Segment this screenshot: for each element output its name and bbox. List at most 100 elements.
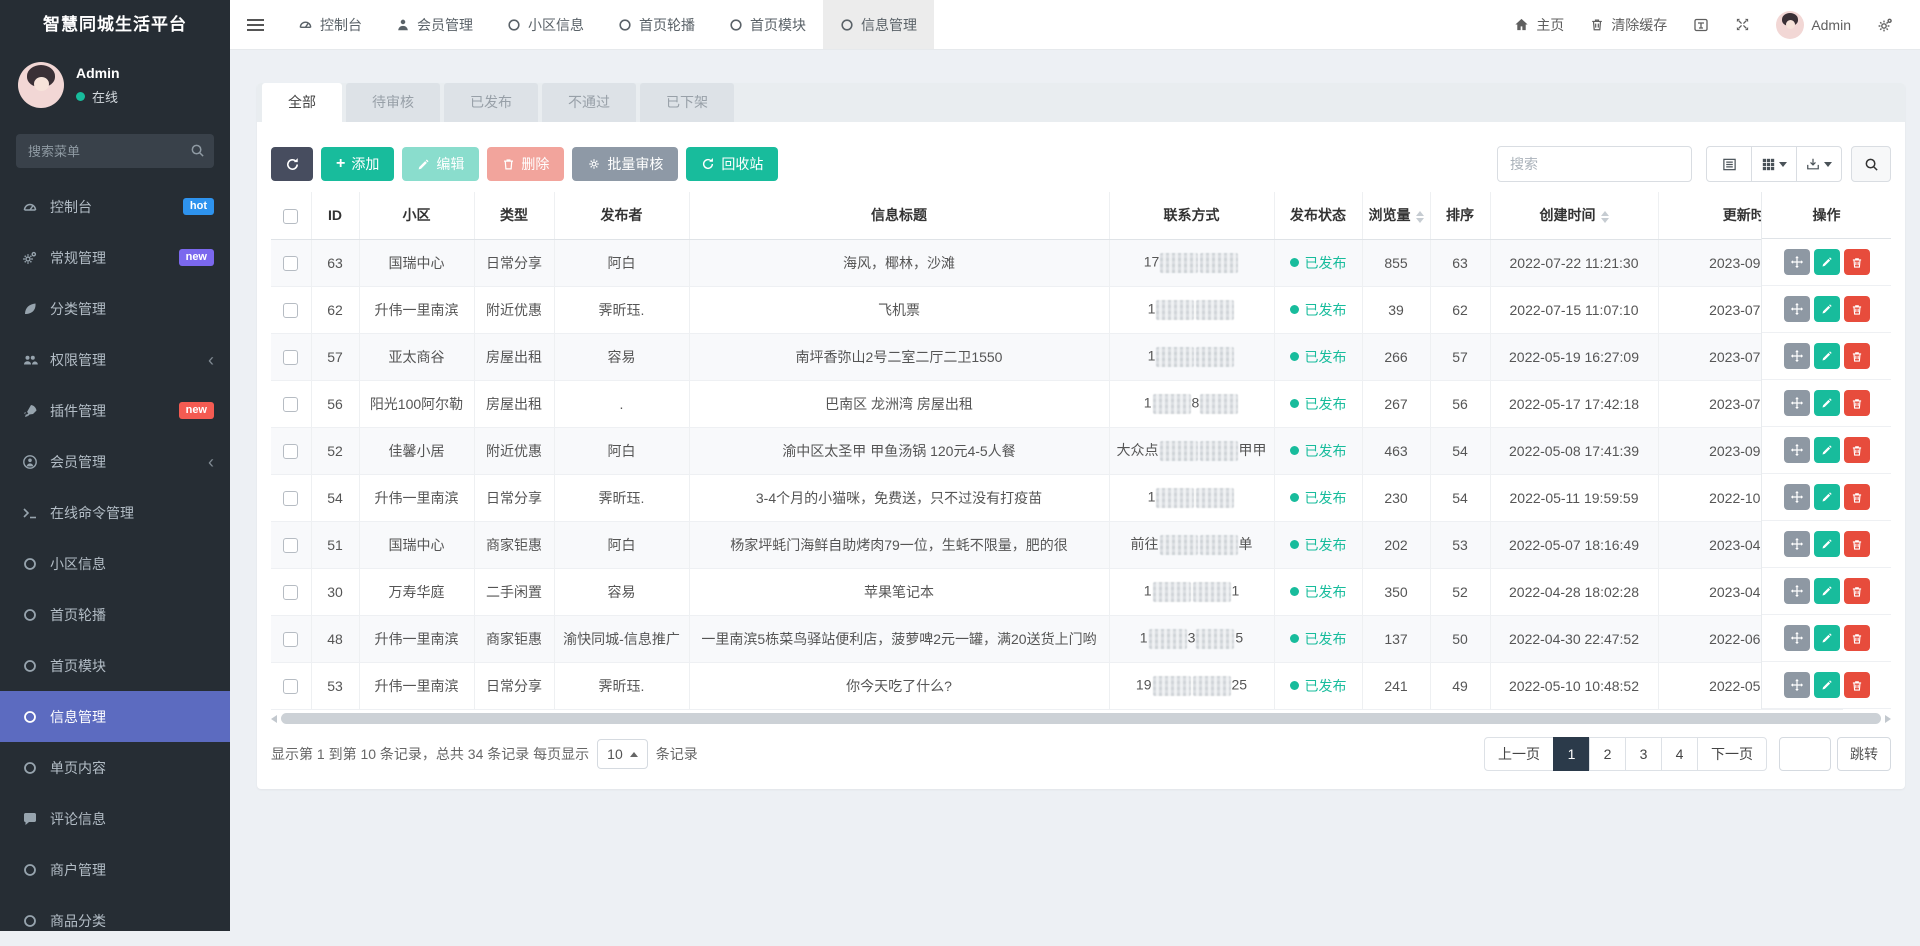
nav-tab-community-info[interactable]: 小区信息 bbox=[490, 0, 601, 49]
nav-tab-member[interactable]: 会员管理 bbox=[379, 0, 490, 49]
sidebar-item-category[interactable]: 分类管理 bbox=[0, 283, 230, 334]
page-3-button[interactable]: 3 bbox=[1625, 737, 1662, 771]
move-button[interactable] bbox=[1784, 625, 1810, 651]
move-button[interactable] bbox=[1784, 390, 1810, 416]
delete-row-button[interactable] bbox=[1844, 390, 1870, 416]
page-2-button[interactable]: 2 bbox=[1589, 737, 1626, 771]
edit-row-button[interactable] bbox=[1814, 390, 1840, 416]
move-button[interactable] bbox=[1784, 484, 1810, 510]
delete-row-button[interactable] bbox=[1844, 578, 1870, 604]
edit-row-button[interactable] bbox=[1814, 437, 1840, 463]
move-button[interactable] bbox=[1784, 249, 1810, 275]
sidebar-item-general[interactable]: 常规管理 new bbox=[0, 232, 230, 283]
sidebar-item-member[interactable]: 会员管理 ‹ bbox=[0, 436, 230, 487]
move-button[interactable] bbox=[1784, 343, 1810, 369]
scroll-right-icon[interactable] bbox=[1885, 715, 1891, 723]
jump-button[interactable]: 跳转 bbox=[1837, 737, 1891, 771]
edit-row-button[interactable] bbox=[1814, 296, 1840, 322]
jump-page-input[interactable] bbox=[1779, 737, 1831, 771]
clear-cache-button[interactable]: 清除缓存 bbox=[1577, 0, 1680, 50]
delete-row-button[interactable] bbox=[1844, 484, 1870, 510]
search-button[interactable] bbox=[1851, 146, 1891, 182]
edit-row-button[interactable] bbox=[1814, 343, 1840, 369]
tab-all[interactable]: 全部 bbox=[262, 83, 342, 122]
row-checkbox[interactable] bbox=[283, 303, 298, 318]
tab-rejected[interactable]: 不通过 bbox=[542, 83, 636, 122]
move-button[interactable] bbox=[1784, 531, 1810, 557]
move-button[interactable] bbox=[1784, 296, 1810, 322]
refresh-button[interactable] bbox=[271, 147, 313, 181]
select-all-checkbox[interactable] bbox=[283, 209, 298, 224]
page-1-button[interactable]: 1 bbox=[1553, 737, 1590, 771]
batch-audit-button[interactable]: 批量审核 bbox=[572, 147, 678, 181]
fullscreen-button[interactable] bbox=[1722, 0, 1763, 50]
columns-button[interactable] bbox=[1751, 146, 1797, 182]
horizontal-scrollbar[interactable] bbox=[271, 712, 1891, 725]
tab-offline[interactable]: 已下架 bbox=[640, 83, 734, 122]
edit-row-button[interactable] bbox=[1814, 578, 1840, 604]
sidebar-item-info-management[interactable]: 信息管理 bbox=[0, 691, 230, 742]
sidebar-item-home-carousel[interactable]: 首页轮播 bbox=[0, 589, 230, 640]
move-button[interactable] bbox=[1784, 672, 1810, 698]
delete-row-button[interactable] bbox=[1844, 531, 1870, 557]
edit-row-button[interactable] bbox=[1814, 672, 1840, 698]
row-checkbox[interactable] bbox=[283, 350, 298, 365]
export-button[interactable] bbox=[1796, 146, 1842, 182]
sidebar-item-plugin[interactable]: 插件管理 new bbox=[0, 385, 230, 436]
delete-button[interactable]: 删除 bbox=[487, 147, 564, 181]
home-button[interactable]: 主页 bbox=[1501, 0, 1577, 50]
sidebar-item-merchant[interactable]: 商户管理 bbox=[0, 844, 230, 895]
row-checkbox[interactable] bbox=[283, 679, 298, 694]
sidebar-item-online-command[interactable]: 在线命令管理 bbox=[0, 487, 230, 538]
nav-tab-home-carousel[interactable]: 首页轮播 bbox=[601, 0, 712, 49]
edit-button[interactable]: 编辑 bbox=[402, 147, 479, 181]
sidebar-item-home-module[interactable]: 首页模块 bbox=[0, 640, 230, 691]
nav-tab-dashboard[interactable]: 控制台 bbox=[281, 0, 379, 49]
recycle-bin-button[interactable]: 回收站 bbox=[686, 147, 778, 181]
delete-row-button[interactable] bbox=[1844, 249, 1870, 275]
delete-row-button[interactable] bbox=[1844, 625, 1870, 651]
scrollbar-thumb[interactable] bbox=[281, 713, 1881, 724]
sidebar-item-goods-category[interactable]: 商品分类 bbox=[0, 895, 230, 946]
settings-button[interactable] bbox=[1864, 0, 1906, 50]
sidebar-item-community-info[interactable]: 小区信息 bbox=[0, 538, 230, 589]
row-checkbox[interactable] bbox=[283, 538, 298, 553]
add-button[interactable]: +添加 bbox=[321, 147, 394, 181]
prev-page-button[interactable]: 上一页 bbox=[1484, 737, 1554, 771]
table-search-input[interactable] bbox=[1497, 146, 1692, 182]
row-checkbox[interactable] bbox=[283, 397, 298, 412]
row-checkbox[interactable] bbox=[283, 256, 298, 271]
user-menu[interactable]: Admin bbox=[1763, 0, 1864, 50]
nav-tab-home-module[interactable]: 首页模块 bbox=[712, 0, 823, 49]
delete-row-button[interactable] bbox=[1844, 343, 1870, 369]
edit-row-button[interactable] bbox=[1814, 625, 1840, 651]
sidebar-item-permission[interactable]: 权限管理 ‹ bbox=[0, 334, 230, 385]
sidebar-item-dashboard[interactable]: 控制台 hot bbox=[0, 181, 230, 232]
scroll-left-icon[interactable] bbox=[271, 715, 277, 723]
col-views[interactable]: 浏览量 bbox=[1362, 192, 1430, 239]
edit-row-button[interactable] bbox=[1814, 531, 1840, 557]
per-page-select[interactable]: 10 bbox=[597, 739, 648, 769]
menu-search-input[interactable] bbox=[16, 134, 214, 168]
edit-row-button[interactable] bbox=[1814, 249, 1840, 275]
delete-row-button[interactable] bbox=[1844, 672, 1870, 698]
hamburger-icon[interactable] bbox=[230, 0, 281, 49]
move-button[interactable] bbox=[1784, 437, 1810, 463]
col-created[interactable]: 创建时间 bbox=[1490, 192, 1658, 239]
sidebar-item-single-page[interactable]: 单页内容 bbox=[0, 742, 230, 793]
edit-row-button[interactable] bbox=[1814, 484, 1840, 510]
delete-row-button[interactable] bbox=[1844, 437, 1870, 463]
tab-pending[interactable]: 待审核 bbox=[346, 83, 440, 122]
row-checkbox[interactable] bbox=[283, 585, 298, 600]
row-checkbox[interactable] bbox=[283, 491, 298, 506]
next-page-button[interactable]: 下一页 bbox=[1697, 737, 1767, 771]
detail-view-button[interactable] bbox=[1706, 146, 1752, 182]
nav-tab-info-management[interactable]: 信息管理 bbox=[823, 0, 934, 49]
move-button[interactable] bbox=[1784, 578, 1810, 604]
row-checkbox[interactable] bbox=[283, 444, 298, 459]
translate-button[interactable] bbox=[1680, 0, 1722, 50]
page-4-button[interactable]: 4 bbox=[1661, 737, 1698, 771]
row-checkbox[interactable] bbox=[283, 632, 298, 647]
sidebar-item-comments[interactable]: 评论信息 bbox=[0, 793, 230, 844]
tab-published[interactable]: 已发布 bbox=[444, 83, 538, 122]
